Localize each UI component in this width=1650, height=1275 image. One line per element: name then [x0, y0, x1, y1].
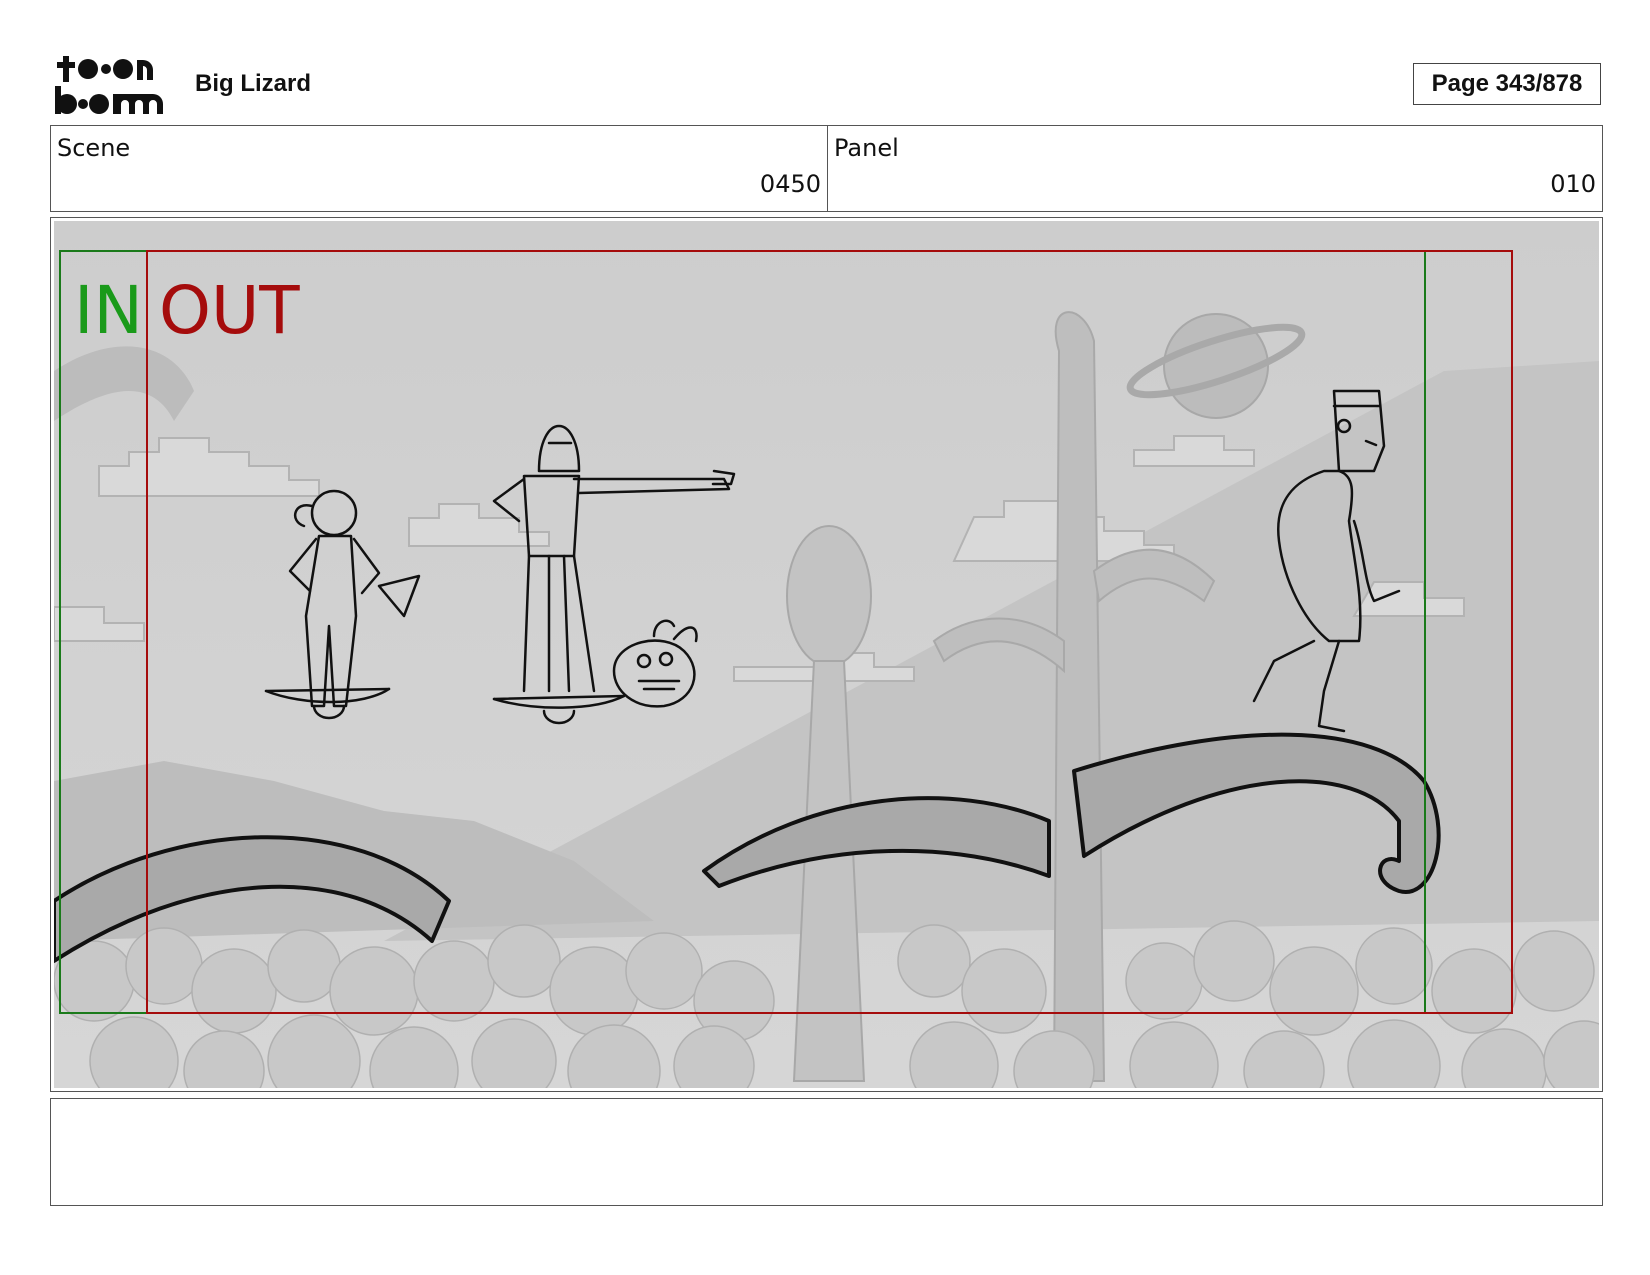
- toonboom-logo-mark: [55, 56, 163, 114]
- storyboard-frame: IN OUT: [50, 217, 1603, 1092]
- project-title: Big Lizard: [195, 70, 312, 97]
- panel-label: Panel: [834, 134, 899, 162]
- scene-label: Scene: [57, 134, 131, 162]
- scene-cell: Scene 0450: [51, 126, 828, 211]
- scene-value: 0450: [759, 170, 821, 198]
- panel-cell: Panel 010: [828, 126, 1602, 211]
- scene-panel-info: Scene 0450 Panel 010: [50, 125, 1603, 212]
- in-marker: IN: [74, 272, 143, 349]
- out-marker: OUT: [159, 272, 300, 349]
- storyboard-drawing: IN OUT: [54, 221, 1599, 1088]
- panel-value: 010: [1550, 170, 1596, 198]
- page-indicator: Page 343/878: [1413, 63, 1601, 105]
- notes-box[interactable]: [50, 1098, 1603, 1206]
- toonboom-logo: [53, 52, 171, 116]
